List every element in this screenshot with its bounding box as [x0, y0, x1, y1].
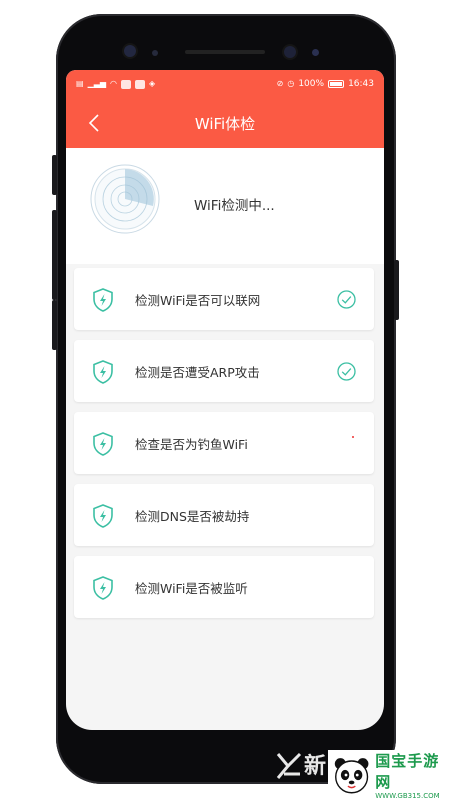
watermark-logo-icon: [276, 752, 302, 779]
radar-scan-icon: [90, 164, 160, 234]
check-item-label: 检测WiFi是否可以联网: [135, 292, 261, 308]
wifi-icon: ◠: [110, 79, 118, 88]
check-item: 检测DNS是否被劫持: [74, 484, 374, 546]
status-bar: ▤ ▁▃▅ ◠ ◈ ⊘ ◷ 100% 16:43: [66, 70, 384, 98]
check-item-label: 检测WiFi是否被监听: [135, 580, 248, 596]
speed-icon: ◷: [287, 79, 295, 88]
clock: 16:43: [348, 79, 374, 89]
app-bar: WiFi体检: [66, 98, 384, 148]
watermark-badge: 国宝手游网 WWW.GB315.COM: [328, 750, 450, 800]
check-item-label: 检测是否遭受ARP攻击: [135, 364, 260, 380]
notification-icon: [121, 79, 132, 89]
battery-icon: [328, 80, 345, 88]
watermark-text: 新: [304, 754, 327, 779]
shield-icon: [93, 360, 113, 384]
check-list: 检测WiFi是否可以联网 检测是否遭受ARP攻击 检查是否为钓鱼WiFi 检测D…: [66, 264, 384, 618]
check-item-label: 检查是否为钓鱼WiFi: [135, 436, 248, 452]
panda-logo-icon: [334, 758, 369, 794]
notification-icon: [135, 79, 146, 89]
check-item: 检测是否遭受ARP攻击: [74, 340, 374, 402]
shield-icon: [93, 288, 113, 312]
iris-sensor: [312, 49, 319, 56]
earpiece-speaker: [185, 50, 265, 54]
page-title: WiFi体检: [194, 114, 256, 133]
loading-spinner-icon: [352, 436, 354, 438]
scan-header: WiFi检测中...: [66, 148, 384, 264]
phone-side-button: [52, 210, 57, 300]
phone-side-button: [52, 300, 57, 350]
check-item: 检测WiFi是否可以联网: [74, 268, 374, 330]
shield-notification-icon: ◈: [149, 79, 156, 88]
watermark-site-url: WWW.GB315.COM: [375, 792, 440, 800]
phone-side-button: [394, 260, 399, 320]
scan-status-text: WiFi检测中...: [194, 198, 275, 214]
check-item-label: 检测DNS是否被劫持: [135, 508, 250, 524]
watermark-site-name: 国宝手游网: [375, 752, 440, 791]
check-item: 检测WiFi是否被监听: [74, 556, 374, 618]
sim-icon: ▤: [76, 79, 84, 88]
front-camera: [124, 45, 136, 57]
proximity-sensor: [152, 50, 158, 56]
iris-camera: [284, 46, 296, 58]
mute-icon: ⊘: [276, 79, 284, 88]
shield-icon: [93, 432, 113, 456]
phone-screen: ▤ ▁▃▅ ◠ ◈ ⊘ ◷ 100% 16:43 WiFi体检 WiFi检测中.…: [66, 70, 384, 730]
shield-icon: [93, 576, 113, 600]
check-item: 检查是否为钓鱼WiFi: [74, 412, 374, 474]
phone-side-button: [52, 155, 57, 195]
check-complete-icon: [337, 362, 356, 381]
shield-icon: [93, 504, 113, 528]
back-arrow-icon[interactable]: [84, 111, 106, 135]
battery-percent: 100%: [298, 79, 325, 89]
signal-icon: ▁▃▅: [87, 79, 107, 88]
check-complete-icon: [337, 290, 356, 309]
